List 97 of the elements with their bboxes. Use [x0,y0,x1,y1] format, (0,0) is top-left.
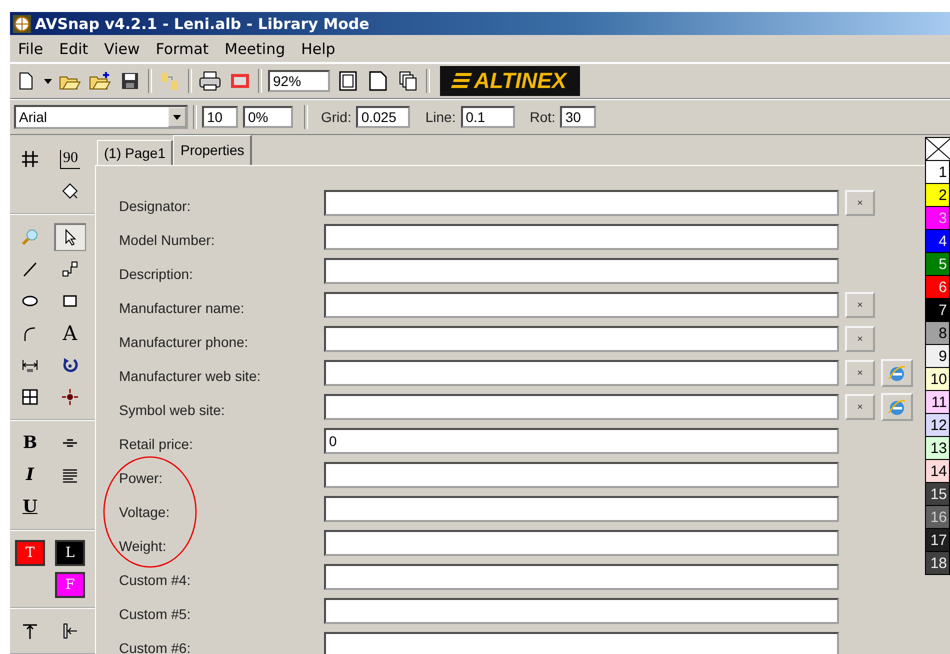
connector-icon [61,260,79,278]
point-icon [61,388,79,406]
field-label: Retail price: [119,435,194,452]
color-swatch[interactable]: 11 [925,391,950,414]
input-field[interactable] [324,360,839,386]
input-field[interactable] [324,258,839,284]
input-field[interactable] [324,190,839,216]
clear-button[interactable]: × [845,360,875,386]
input-field[interactable] [324,292,839,318]
field-label: Description: [119,265,194,282]
zoom-field[interactable]: 92% [268,70,330,92]
field-label: Weight: [119,537,168,554]
no-color-icon[interactable] [925,137,950,161]
color-swatch[interactable]: T [15,540,45,566]
clear-button[interactable]: × [845,394,875,420]
input-field[interactable] [324,598,839,624]
app-icon [13,14,31,32]
menu-item[interactable]: Help [295,38,342,60]
input-field[interactable]: 0 [324,428,839,454]
input-field[interactable] [324,632,839,654]
color-swatch[interactable]: 4 [925,230,950,253]
color-swatch[interactable]: 13 [925,437,950,460]
color-swatch[interactable]: 8 [925,322,950,345]
field-label: Power: [119,469,164,486]
color-swatch[interactable]: 12 [925,414,950,437]
print-icon[interactable] [198,69,222,93]
line-field[interactable]: 0.1 [460,106,515,128]
menu-item[interactable]: File [12,38,50,60]
align-left-icon [61,622,79,640]
menu-item[interactable]: Edit [53,38,94,60]
tab[interactable]: (1) Page1 [97,140,174,165]
italic-tool[interactable]: I [15,462,45,488]
color-swatch[interactable]: 17 [925,529,950,552]
browser-button[interactable] [881,359,913,387]
grid-label: Grid: [321,109,352,125]
angle-tool[interactable]: 90 [60,150,80,168]
field-label: Custom #5: [119,605,192,622]
font-size-field[interactable]: 10 [202,106,238,128]
grid-icon [21,150,39,168]
menu-item[interactable]: View [98,38,146,60]
rotation-label: Rot: [530,109,556,125]
color-swatch[interactable]: 18 [925,552,950,575]
menu-item[interactable]: Format [150,38,215,60]
color-swatch[interactable]: 5 [925,253,950,276]
color-swatch[interactable]: 2 [925,184,950,207]
clear-button[interactable]: × [845,292,875,318]
field-label: Custom #4: [119,571,192,588]
font-dropdown[interactable]: Arial [14,105,188,129]
rotate-icon [61,356,79,374]
field-label: Model Number: [119,231,216,248]
input-field[interactable] [324,462,839,488]
percent-field[interactable]: 0% [243,106,293,128]
text-tool[interactable]: A [55,320,85,346]
field-label: Symbol web site: [119,401,226,418]
clear-button[interactable]: × [845,326,875,352]
rotation-field[interactable]: 30 [560,106,596,128]
input-field[interactable] [324,326,839,352]
align-top-icon [21,622,39,640]
field-label: Manufacturer phone: [119,333,250,350]
line-label: Line: [425,109,456,125]
table-icon [21,388,39,406]
color-swatch[interactable]: 15 [925,483,950,506]
grid-field[interactable]: 0.025 [356,106,410,128]
field-label: Manufacturer name: [119,299,246,316]
line-icon [21,260,39,278]
underline-tool[interactable]: U [15,494,45,520]
magnifier-icon [21,228,39,246]
window-title: AVSnap v4.2.1 - Leni.alb - Library Mode [35,14,370,32]
browser-icon [887,397,907,417]
tool-button[interactable] [55,224,85,250]
color-swatch[interactable]: 10 [925,368,950,391]
browser-icon [887,363,907,383]
tab[interactable]: Properties [173,135,252,166]
field-label: Custom #6: [119,639,192,654]
color-swatch[interactable]: 7 [925,299,950,322]
menu-item[interactable]: Meeting [218,38,292,60]
bold-tool[interactable]: B [15,430,45,456]
diamond-icon [61,182,79,200]
color-swatch[interactable]: 14 [925,460,950,483]
input-field[interactable] [324,224,839,250]
color-swatch[interactable]: 16 [925,506,950,529]
color-swatch[interactable]: L [55,540,85,566]
input-field[interactable] [324,394,839,420]
clear-button[interactable]: × [845,190,875,216]
browser-button[interactable] [881,393,913,421]
stripes-icon [450,72,472,90]
input-field[interactable] [324,530,839,556]
field-label: Manufacturer web site: [119,367,262,384]
caret-icon[interactable] [44,78,52,84]
input-field[interactable] [324,564,839,590]
color-swatch[interactable]: 9 [925,345,950,368]
logo-text: ALTINEX [474,68,566,94]
caret-icon [173,114,181,120]
field-label: Voltage: [119,503,171,520]
field-label: Designator: [119,197,192,214]
color-swatch[interactable]: 1 [925,161,950,184]
input-field[interactable] [324,496,839,522]
